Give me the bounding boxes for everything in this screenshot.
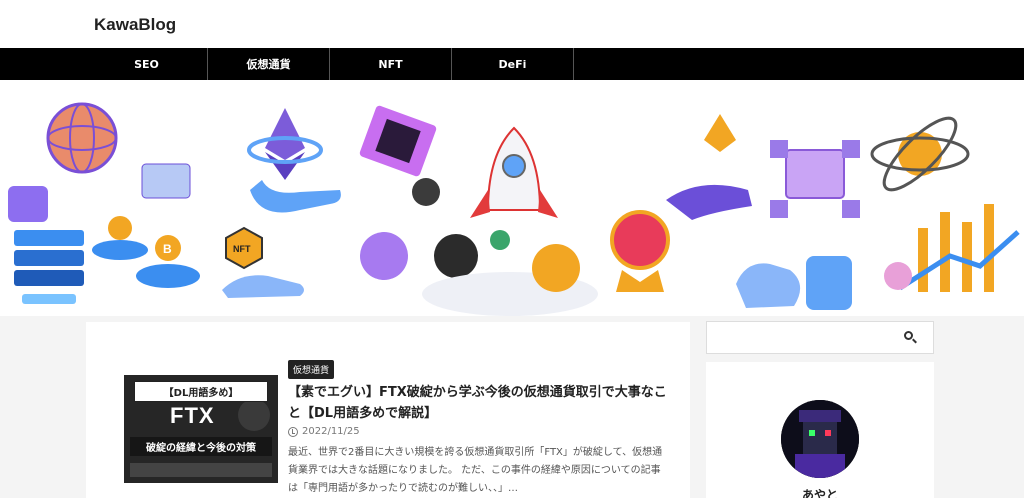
hero-banner: B NFT (0, 80, 1024, 316)
ethereum-icon (247, 108, 323, 180)
coin-platform-icon: B (92, 216, 200, 288)
thumbnail-subtitle: 破綻の経緯と今後の対策 (130, 437, 272, 456)
wallet-icon (8, 186, 48, 222)
atom-bitcoin-icon (870, 116, 970, 192)
svg-text:NFT: NFT (233, 244, 251, 254)
bitcoin-coin-icon (360, 232, 408, 280)
search-button[interactable] (903, 330, 919, 346)
category-badge[interactable]: 仮想通貨 (288, 360, 335, 379)
post-date-text: 2022/11/25 (302, 426, 360, 437)
nav-item-defi[interactable]: DeFi (452, 48, 574, 80)
hand-icon (250, 180, 341, 213)
nav-item-nft[interactable]: NFT (330, 48, 452, 80)
profile-name: あやと (801, 488, 838, 498)
thumbnail-brand: FTX (170, 403, 215, 428)
globe-icon (46, 102, 118, 174)
gold-eth-icon (704, 114, 736, 152)
card-icon (141, 163, 191, 199)
avatar[interactable] (781, 400, 859, 478)
controller-icon (736, 263, 801, 308)
thumbnail-caption: 【DL用語多め】 (134, 381, 268, 402)
green-coin-icon (490, 230, 510, 250)
clock-icon (288, 426, 298, 437)
phone-icon (806, 256, 852, 310)
sneaker-icon (222, 275, 304, 298)
post-date: 2022/11/25 (288, 426, 360, 437)
eth-coin-icon (434, 234, 478, 278)
main-content: 【DL用語多め】 FTX 破綻の経緯と今後の対策 仮想通貨 【素でエグい】FTX… (86, 322, 690, 498)
svg-text:B: B (163, 242, 172, 256)
bar-chart-icon (884, 204, 1020, 292)
site-title[interactable]: KawaBlog (94, 15, 176, 35)
profile-card: あやと (706, 362, 934, 498)
post-excerpt: 最近、世界で2番目に大きい規模を誇る仮想通貨取引所「FTX」が破綻して、仮想通貨… (288, 447, 663, 494)
chip-icon (770, 140, 860, 218)
hand-eth-icon (666, 184, 752, 220)
nav-item-seo[interactable]: SEO (0, 48, 208, 80)
main-nav: SEO 仮想通貨 NFT DeFi (0, 48, 1024, 80)
post-title[interactable]: 【素でエグい】FTX破綻から学ぶ今後の仮想通貨取引で大事なこと【DL用語多めで解… (288, 382, 668, 424)
crypto-illustration: B NFT (8, 102, 1020, 316)
rocket-icon (470, 126, 558, 218)
server-stack-icon (14, 230, 84, 304)
xrp-coin-icon (412, 178, 440, 206)
search-input[interactable] (707, 322, 897, 353)
search-box (706, 321, 934, 354)
nft-badge-icon: NFT (225, 226, 263, 270)
nav-item-crypto[interactable]: 仮想通貨 (208, 48, 330, 80)
crown-eth-icon (610, 210, 670, 292)
avatar-image (781, 400, 859, 478)
bitcoin-gold-coin-icon (532, 244, 580, 292)
nft-art-card-icon (359, 105, 437, 177)
post-thumbnail[interactable]: 【DL用語多め】 FTX 破綻の経緯と今後の対策 (124, 375, 278, 483)
site-header: KawaBlog (0, 0, 1024, 48)
